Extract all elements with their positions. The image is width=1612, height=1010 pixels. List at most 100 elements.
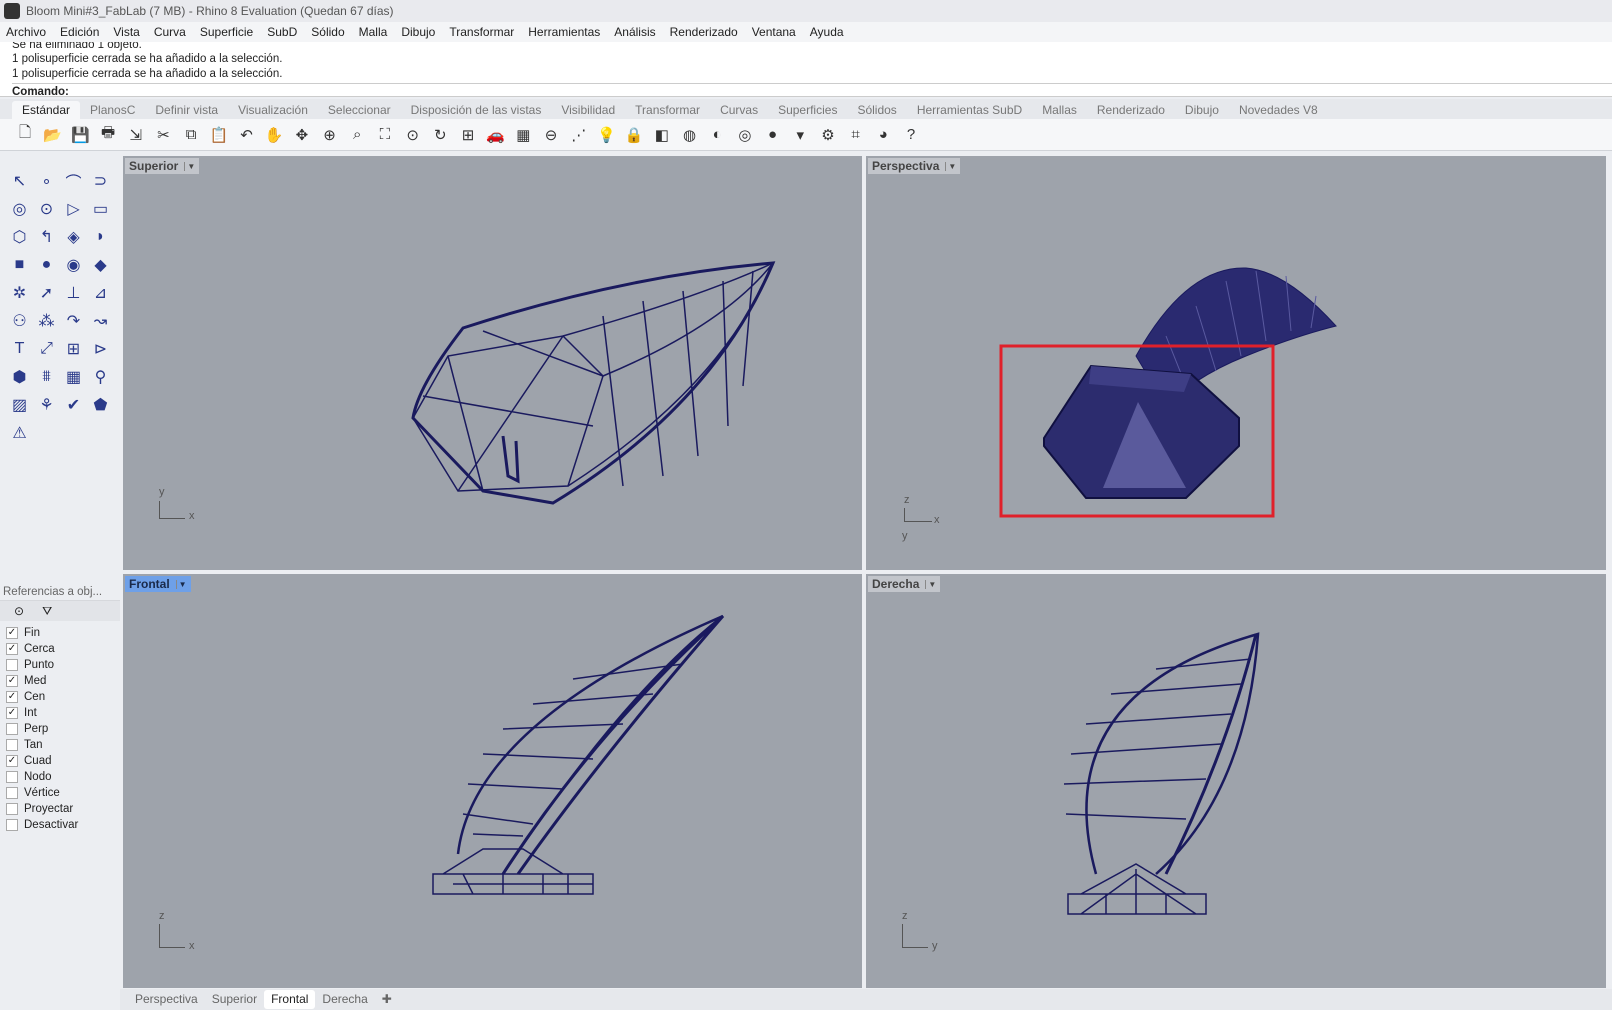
tool-button-34[interactable]: ✔ bbox=[60, 391, 87, 419]
checkbox[interactable]: ✓ bbox=[6, 627, 18, 639]
tool-button-20[interactable]: ⚇ bbox=[6, 307, 33, 335]
menu-item-2[interactable]: Vista bbox=[113, 25, 139, 39]
checkbox[interactable] bbox=[6, 819, 18, 831]
color-wheel-icon[interactable]: ◍ bbox=[679, 124, 701, 146]
osnap-perp[interactable]: Perp bbox=[0, 721, 120, 737]
tool-button-12[interactable]: ■ bbox=[6, 251, 33, 279]
cut-icon[interactable]: ✂ bbox=[152, 124, 174, 146]
point-icon[interactable]: ⋰ bbox=[568, 124, 590, 146]
menu-item-5[interactable]: SubD bbox=[267, 25, 297, 39]
viewport-perspective[interactable]: Perspectiva ▼ z x y bbox=[866, 156, 1606, 570]
menu-item-7[interactable]: Malla bbox=[359, 25, 388, 39]
dropdown-arrow-icon[interactable]: ▼ bbox=[184, 161, 195, 171]
tool-button-16[interactable]: ✲ bbox=[6, 279, 33, 307]
checkbox[interactable]: ✓ bbox=[6, 691, 18, 703]
render-tool-icon[interactable]: ▾ bbox=[789, 124, 811, 146]
tool-button-19[interactable]: ⊿ bbox=[87, 279, 114, 307]
viewport-title-top[interactable]: Superior ▼ bbox=[125, 158, 200, 174]
dropdown-arrow-icon[interactable]: ▼ bbox=[175, 579, 187, 589]
tool-button-35[interactable]: ⬟ bbox=[87, 391, 114, 419]
tab-13[interactable]: Renderizado bbox=[1087, 101, 1175, 119]
zoom-extents-icon[interactable]: ⛶ bbox=[374, 124, 396, 146]
tab-6[interactable]: Visibilidad bbox=[551, 101, 625, 119]
viewport-tab-perspectiva[interactable]: Perspectiva bbox=[128, 990, 205, 1009]
tab-8[interactable]: Curvas bbox=[710, 101, 768, 119]
menu-item-0[interactable]: Archivo bbox=[6, 25, 46, 39]
tab-3[interactable]: Visualización bbox=[228, 101, 318, 119]
undo-icon[interactable]: ↶ bbox=[236, 124, 258, 146]
tool-button-8[interactable]: ⬡ bbox=[6, 223, 33, 251]
tab-9[interactable]: Superficies bbox=[768, 101, 847, 119]
tool-button-17[interactable]: ➚ bbox=[33, 279, 60, 307]
tab-10[interactable]: Sólidos bbox=[847, 101, 906, 119]
viewport-tab-superior[interactable]: Superior bbox=[205, 990, 264, 1009]
tool-button-22[interactable]: ↷ bbox=[60, 307, 87, 335]
tool-button-9[interactable]: ↰ bbox=[33, 223, 60, 251]
dropdown-arrow-icon[interactable]: ▼ bbox=[945, 161, 956, 171]
new-icon[interactable]: 🗋 bbox=[14, 124, 36, 146]
tool-button-21[interactable]: ⁂ bbox=[33, 307, 60, 335]
select-icon[interactable]: ⊖ bbox=[540, 124, 562, 146]
checkbox[interactable]: ✓ bbox=[6, 675, 18, 687]
tool-button-10[interactable]: ◈ bbox=[60, 223, 87, 251]
menu-item-1[interactable]: Edición bbox=[60, 25, 99, 39]
light-icon[interactable]: 💡 bbox=[595, 124, 617, 146]
tool-button-27[interactable]: ⊳ bbox=[87, 335, 114, 363]
tool-button-24[interactable]: T bbox=[6, 335, 33, 363]
settings-icon[interactable]: ⚙ bbox=[817, 124, 839, 146]
tool-button-26[interactable]: ⊞ bbox=[60, 335, 87, 363]
checkbox[interactable]: ✓ bbox=[6, 707, 18, 719]
globe-icon[interactable]: ◕ bbox=[872, 124, 894, 146]
rotate-view-icon[interactable]: ✥ bbox=[291, 124, 313, 146]
viewport-title-right[interactable]: Derecha ▼ bbox=[868, 576, 941, 592]
menu-item-13[interactable]: Ventana bbox=[752, 25, 796, 39]
tool-button-32[interactable]: ▨ bbox=[6, 391, 33, 419]
import-icon[interactable]: ⇲ bbox=[125, 124, 147, 146]
menu-item-8[interactable]: Dibujo bbox=[401, 25, 435, 39]
tool-button-36[interactable]: ⚠ bbox=[6, 419, 33, 447]
tool-button-18[interactable]: ⊥ bbox=[60, 279, 87, 307]
tool-button-14[interactable]: ◉ bbox=[60, 251, 87, 279]
viewport-top[interactable]: Superior ▼ y x bbox=[123, 156, 862, 570]
car-icon[interactable]: 🚗 bbox=[485, 124, 507, 146]
tool-button-2[interactable]: ⌒ bbox=[60, 167, 87, 195]
layer-icon[interactable]: ◧ bbox=[651, 124, 673, 146]
viewport-tab-frontal[interactable]: Frontal bbox=[264, 990, 316, 1009]
osnap-cen[interactable]: ✓ Cen bbox=[0, 689, 120, 705]
checkbox[interactable]: ✓ bbox=[6, 755, 18, 767]
tool-button-13[interactable]: ● bbox=[33, 251, 60, 279]
pan-icon[interactable]: ✋ bbox=[263, 124, 285, 146]
tab-2[interactable]: Definir vista bbox=[145, 101, 228, 119]
menu-item-10[interactable]: Herramientas bbox=[528, 25, 600, 39]
tab-15[interactable]: Novedades V8 bbox=[1229, 101, 1328, 119]
menu-item-12[interactable]: Renderizado bbox=[670, 25, 738, 39]
tool-button-1[interactable]: ∘ bbox=[33, 167, 60, 195]
tool-button-3[interactable]: ⊃ bbox=[87, 167, 114, 195]
copy-icon[interactable]: ⧉ bbox=[180, 124, 202, 146]
tab-5[interactable]: Disposición de las vistas bbox=[401, 101, 552, 119]
tool-button-25[interactable]: ⤢ bbox=[33, 335, 60, 363]
tool-button-23[interactable]: ↝ bbox=[87, 307, 114, 335]
render-icon[interactable]: ◎ bbox=[734, 124, 756, 146]
viewport-front[interactable]: Frontal ▼ z x bbox=[123, 574, 862, 988]
zoom-selected-icon[interactable]: ⊙ bbox=[402, 124, 424, 146]
add-viewport-tab-icon[interactable]: ✚ bbox=[375, 990, 399, 1009]
paste-icon[interactable]: 📋 bbox=[208, 124, 230, 146]
zoom-window-icon[interactable]: ⌕ bbox=[346, 124, 368, 146]
checkbox[interactable] bbox=[6, 803, 18, 815]
tool-button-7[interactable]: ▭ bbox=[87, 195, 114, 223]
osnap-fin[interactable]: ✓ Fin bbox=[0, 625, 120, 641]
menu-item-3[interactable]: Curva bbox=[154, 25, 186, 39]
help-icon[interactable]: ? bbox=[900, 124, 922, 146]
tool-button-33[interactable]: ⚘ bbox=[33, 391, 60, 419]
viewport-title-front[interactable]: Frontal ▼ bbox=[125, 576, 191, 592]
tool-button-28[interactable]: ⬢ bbox=[6, 363, 33, 391]
osnap-toggle-icon[interactable]: ⊙ bbox=[14, 604, 24, 618]
material-icon[interactable]: ◐ bbox=[706, 124, 728, 146]
osnap-med[interactable]: ✓ Med bbox=[0, 673, 120, 689]
tool-button-6[interactable]: ▷ bbox=[60, 195, 87, 223]
tool-button-4[interactable]: ◎ bbox=[6, 195, 33, 223]
osnap-int[interactable]: ✓ Int bbox=[0, 705, 120, 721]
viewport-right[interactable]: Derecha ▼ z y bbox=[866, 574, 1606, 988]
tab-12[interactable]: Mallas bbox=[1032, 101, 1087, 119]
